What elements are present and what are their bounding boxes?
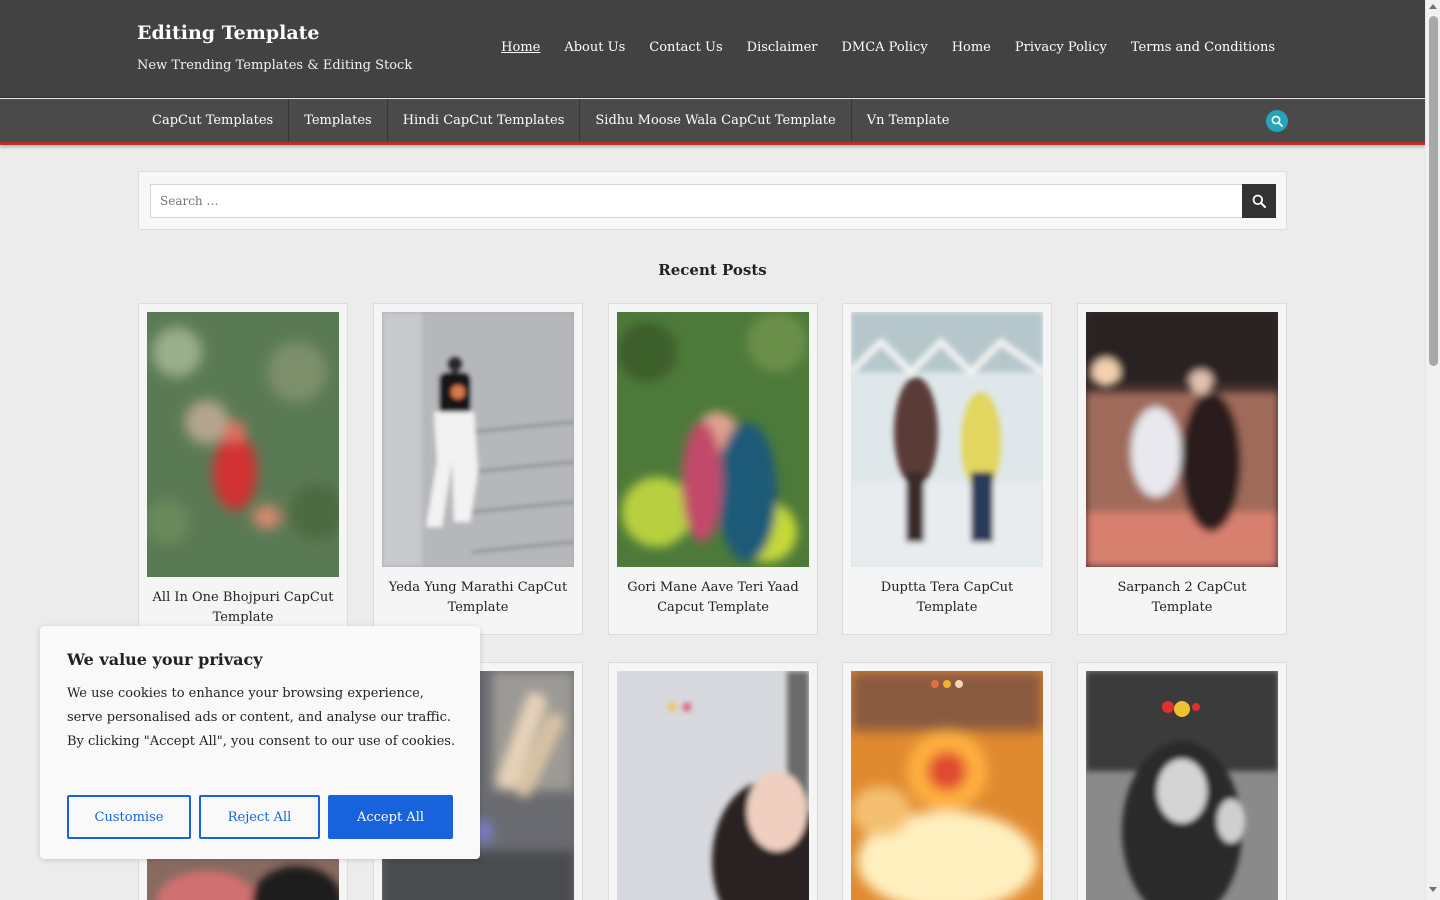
menu-contact-us[interactable]: Contact Us — [649, 40, 722, 55]
menu-home-2[interactable]: Home — [952, 40, 991, 55]
scrollbar-thumb[interactable] — [1429, 16, 1438, 366]
post-title[interactable]: All In One Bhojpuri CapCut Template — [147, 588, 339, 627]
post-title[interactable]: Gori Mane Aave Teri Yaad Capcut Template — [617, 578, 809, 617]
nav-search-button[interactable] — [1266, 110, 1288, 132]
site-title[interactable]: Editing Template — [137, 22, 320, 44]
page-scrollbar[interactable] — [1425, 0, 1440, 900]
scroll-down-icon[interactable] — [1429, 887, 1437, 892]
post-title[interactable]: Sarpanch 2 CapCut Template — [1086, 578, 1278, 617]
cookie-description: We use cookies to enhance your browsing … — [67, 686, 456, 749]
page: Editing Template New Trending Templates … — [0, 0, 1425, 900]
menu-dmca-policy[interactable]: DMCA Policy — [841, 40, 927, 55]
search-widget — [138, 171, 1287, 230]
cat-hindi-capcut[interactable]: Hindi CapCut Templates — [388, 99, 581, 142]
category-menu: CapCut Templates Templates Hindi CapCut … — [137, 99, 964, 142]
scroll-up-icon[interactable] — [1429, 4, 1437, 9]
post-card[interactable]: All In One Bhojpuri CapCut Template — [138, 303, 348, 635]
menu-terms[interactable]: Terms and Conditions — [1131, 40, 1275, 55]
menu-about-us[interactable]: About Us — [564, 40, 625, 55]
post-thumbnail[interactable] — [617, 671, 809, 900]
post-thumbnail[interactable] — [851, 312, 1043, 567]
reject-all-button[interactable]: Reject All — [199, 795, 320, 839]
post-thumbnail[interactable] — [1086, 671, 1278, 900]
post-title[interactable]: Duptta Tera CapCut Template — [851, 578, 1043, 617]
post-thumbnail[interactable] — [851, 671, 1043, 900]
site-tagline: New Trending Templates & Editing Stock — [137, 58, 413, 73]
post-card[interactable] — [842, 662, 1052, 900]
search-submit-button[interactable] — [1242, 184, 1276, 218]
cat-capcut-templates[interactable]: CapCut Templates — [137, 99, 290, 142]
accept-all-button[interactable]: Accept All — [328, 795, 453, 839]
category-nav: CapCut Templates Templates Hindi CapCut … — [0, 99, 1425, 145]
search-icon — [1271, 115, 1283, 127]
cat-vn-template[interactable]: Vn Template — [852, 99, 965, 142]
cat-sidhu-moose-wala[interactable]: Sidhu Moose Wala CapCut Template — [580, 99, 852, 142]
post-thumbnail[interactable] — [147, 312, 339, 577]
post-card[interactable]: Gori Mane Aave Teri Yaad Capcut Template — [608, 303, 818, 635]
recent-posts-title: Recent Posts — [658, 261, 767, 279]
search-icon — [1252, 194, 1266, 208]
menu-privacy-policy[interactable]: Privacy Policy — [1015, 40, 1107, 55]
post-card[interactable]: Duptta Tera CapCut Template — [842, 303, 1052, 635]
post-card[interactable] — [608, 662, 818, 900]
search-input[interactable] — [150, 184, 1243, 218]
menu-home[interactable]: Home — [501, 40, 540, 55]
customise-button[interactable]: Customise — [67, 795, 191, 839]
post-card[interactable]: Yeda Yung Marathi CapCut Template — [373, 303, 583, 635]
post-card[interactable] — [1077, 662, 1287, 900]
post-title[interactable]: Yeda Yung Marathi CapCut Template — [382, 578, 574, 617]
cat-templates[interactable]: Templates — [289, 99, 388, 142]
post-thumbnail[interactable] — [382, 312, 574, 567]
post-thumbnail[interactable] — [617, 312, 809, 567]
menu-disclaimer[interactable]: Disclaimer — [747, 40, 818, 55]
post-thumbnail[interactable] — [1086, 312, 1278, 567]
primary-menu: Home About Us Contact Us Disclaimer DMCA… — [477, 40, 1275, 55]
cookie-title: We value your privacy — [67, 650, 263, 669]
site-header: Editing Template New Trending Templates … — [0, 0, 1425, 98]
post-card[interactable]: Sarpanch 2 CapCut Template — [1077, 303, 1287, 635]
cookie-consent-dialog: We value your privacy We use cookies to … — [40, 626, 480, 859]
